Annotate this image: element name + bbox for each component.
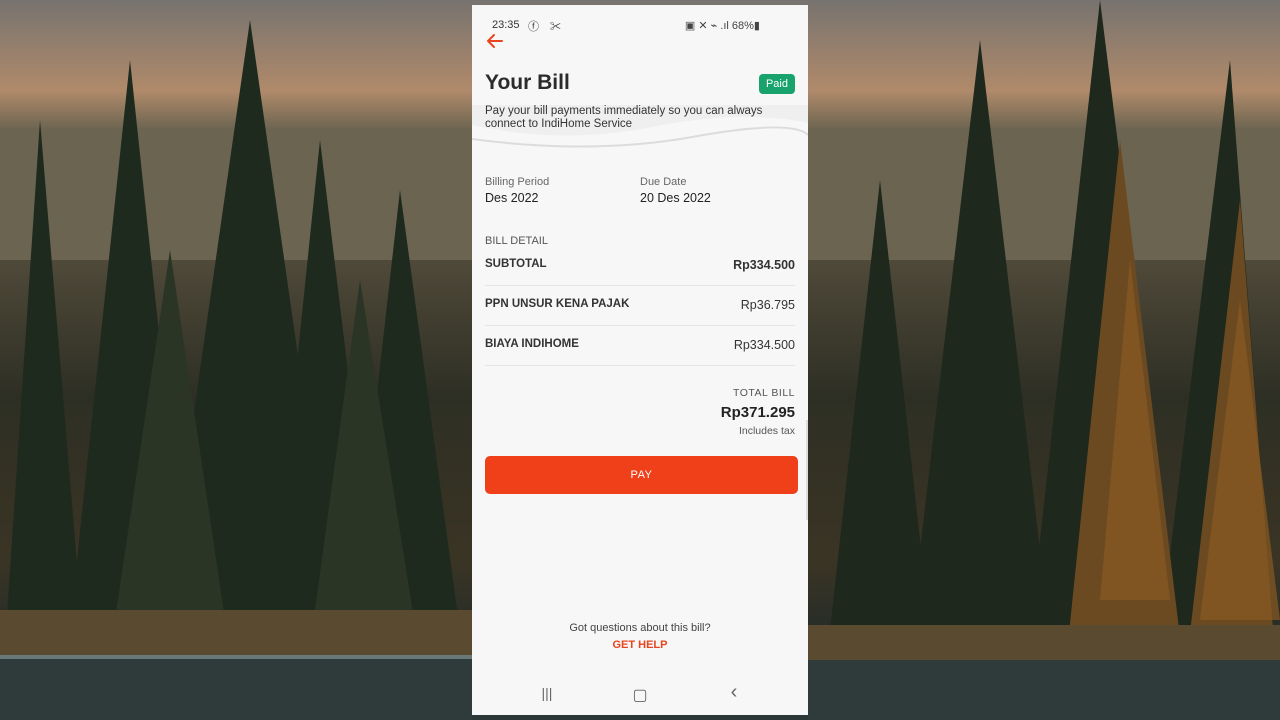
phone-screen: 23:35 ⓕ ✂ ▣ ✕ ⌁ .ıl 68%▮ Your Bill Paid …	[472, 5, 808, 715]
status-bar: 23:35 ⓕ ✂ ▣ ✕ ⌁ .ıl 68%▮	[472, 5, 808, 35]
arrow-left-icon[interactable]	[486, 33, 506, 51]
home-icon[interactable]: ▢	[625, 685, 655, 707]
bill-row-value: Rp334.500	[733, 338, 795, 352]
recent-apps-icon[interactable]: |||	[532, 685, 562, 707]
system-status-icons: ▣ ✕ ⌁ .ıl 68%▮	[684, 20, 760, 32]
row-divider	[485, 325, 795, 326]
billing-period: Billing Period Des 2022	[485, 176, 549, 205]
back-arrow-svg	[487, 34, 503, 48]
billing-period-label: Billing Period	[485, 176, 550, 188]
due-date-label: Due Date	[640, 176, 687, 188]
total-bill-note: Includes tax	[738, 425, 795, 437]
bill-row-ppn: PPN UNSUR KENA PAJAK Rp36.795	[485, 298, 795, 338]
total-bill-value: Rp371.295	[720, 404, 795, 421]
due-date: Due Date 20 Des 2022	[640, 176, 711, 205]
page-subtitle: Pay your bill payments immediately so yo…	[485, 105, 763, 130]
due-date-value: 20 Des 2022	[640, 191, 711, 205]
android-nav-bar: ||| ▢ ‹	[472, 681, 808, 711]
get-help-link[interactable]: GET HELP	[472, 639, 808, 651]
status-time: 23:35	[492, 19, 520, 31]
bill-row-subtotal: SUBTOTAL Rp334.500	[485, 258, 795, 298]
notification-icons: ⓕ ✂	[528, 21, 566, 33]
row-divider	[485, 285, 795, 286]
bill-row-value: Rp334.500	[733, 258, 795, 272]
bill-detail-heading: BILL DETAIL	[485, 235, 548, 247]
pay-button[interactable]: PAY	[485, 456, 798, 494]
paid-status-badge: Paid	[758, 74, 795, 94]
bill-row-label: SUBTOTAL	[485, 258, 547, 270]
bill-row-label: BIAYA INDIHOME	[485, 338, 579, 350]
bill-row-biaya: BIAYA INDIHOME Rp334.500	[485, 338, 795, 378]
page-title: Your Bill	[485, 71, 570, 94]
billing-period-value: Des 2022	[485, 191, 539, 205]
scroll-indicator	[806, 420, 808, 520]
total-bill: TOTAL BILL Rp371.295 Includes tax	[721, 387, 795, 437]
bill-row-label: PPN UNSUR KENA PAJAK	[485, 298, 630, 310]
bill-row-value: Rp36.795	[740, 298, 795, 312]
nav-back-icon[interactable]: ‹	[719, 681, 749, 703]
help-question: Got questions about this bill?	[569, 622, 711, 634]
total-bill-label: TOTAL BILL	[733, 387, 795, 399]
row-divider	[485, 365, 795, 366]
